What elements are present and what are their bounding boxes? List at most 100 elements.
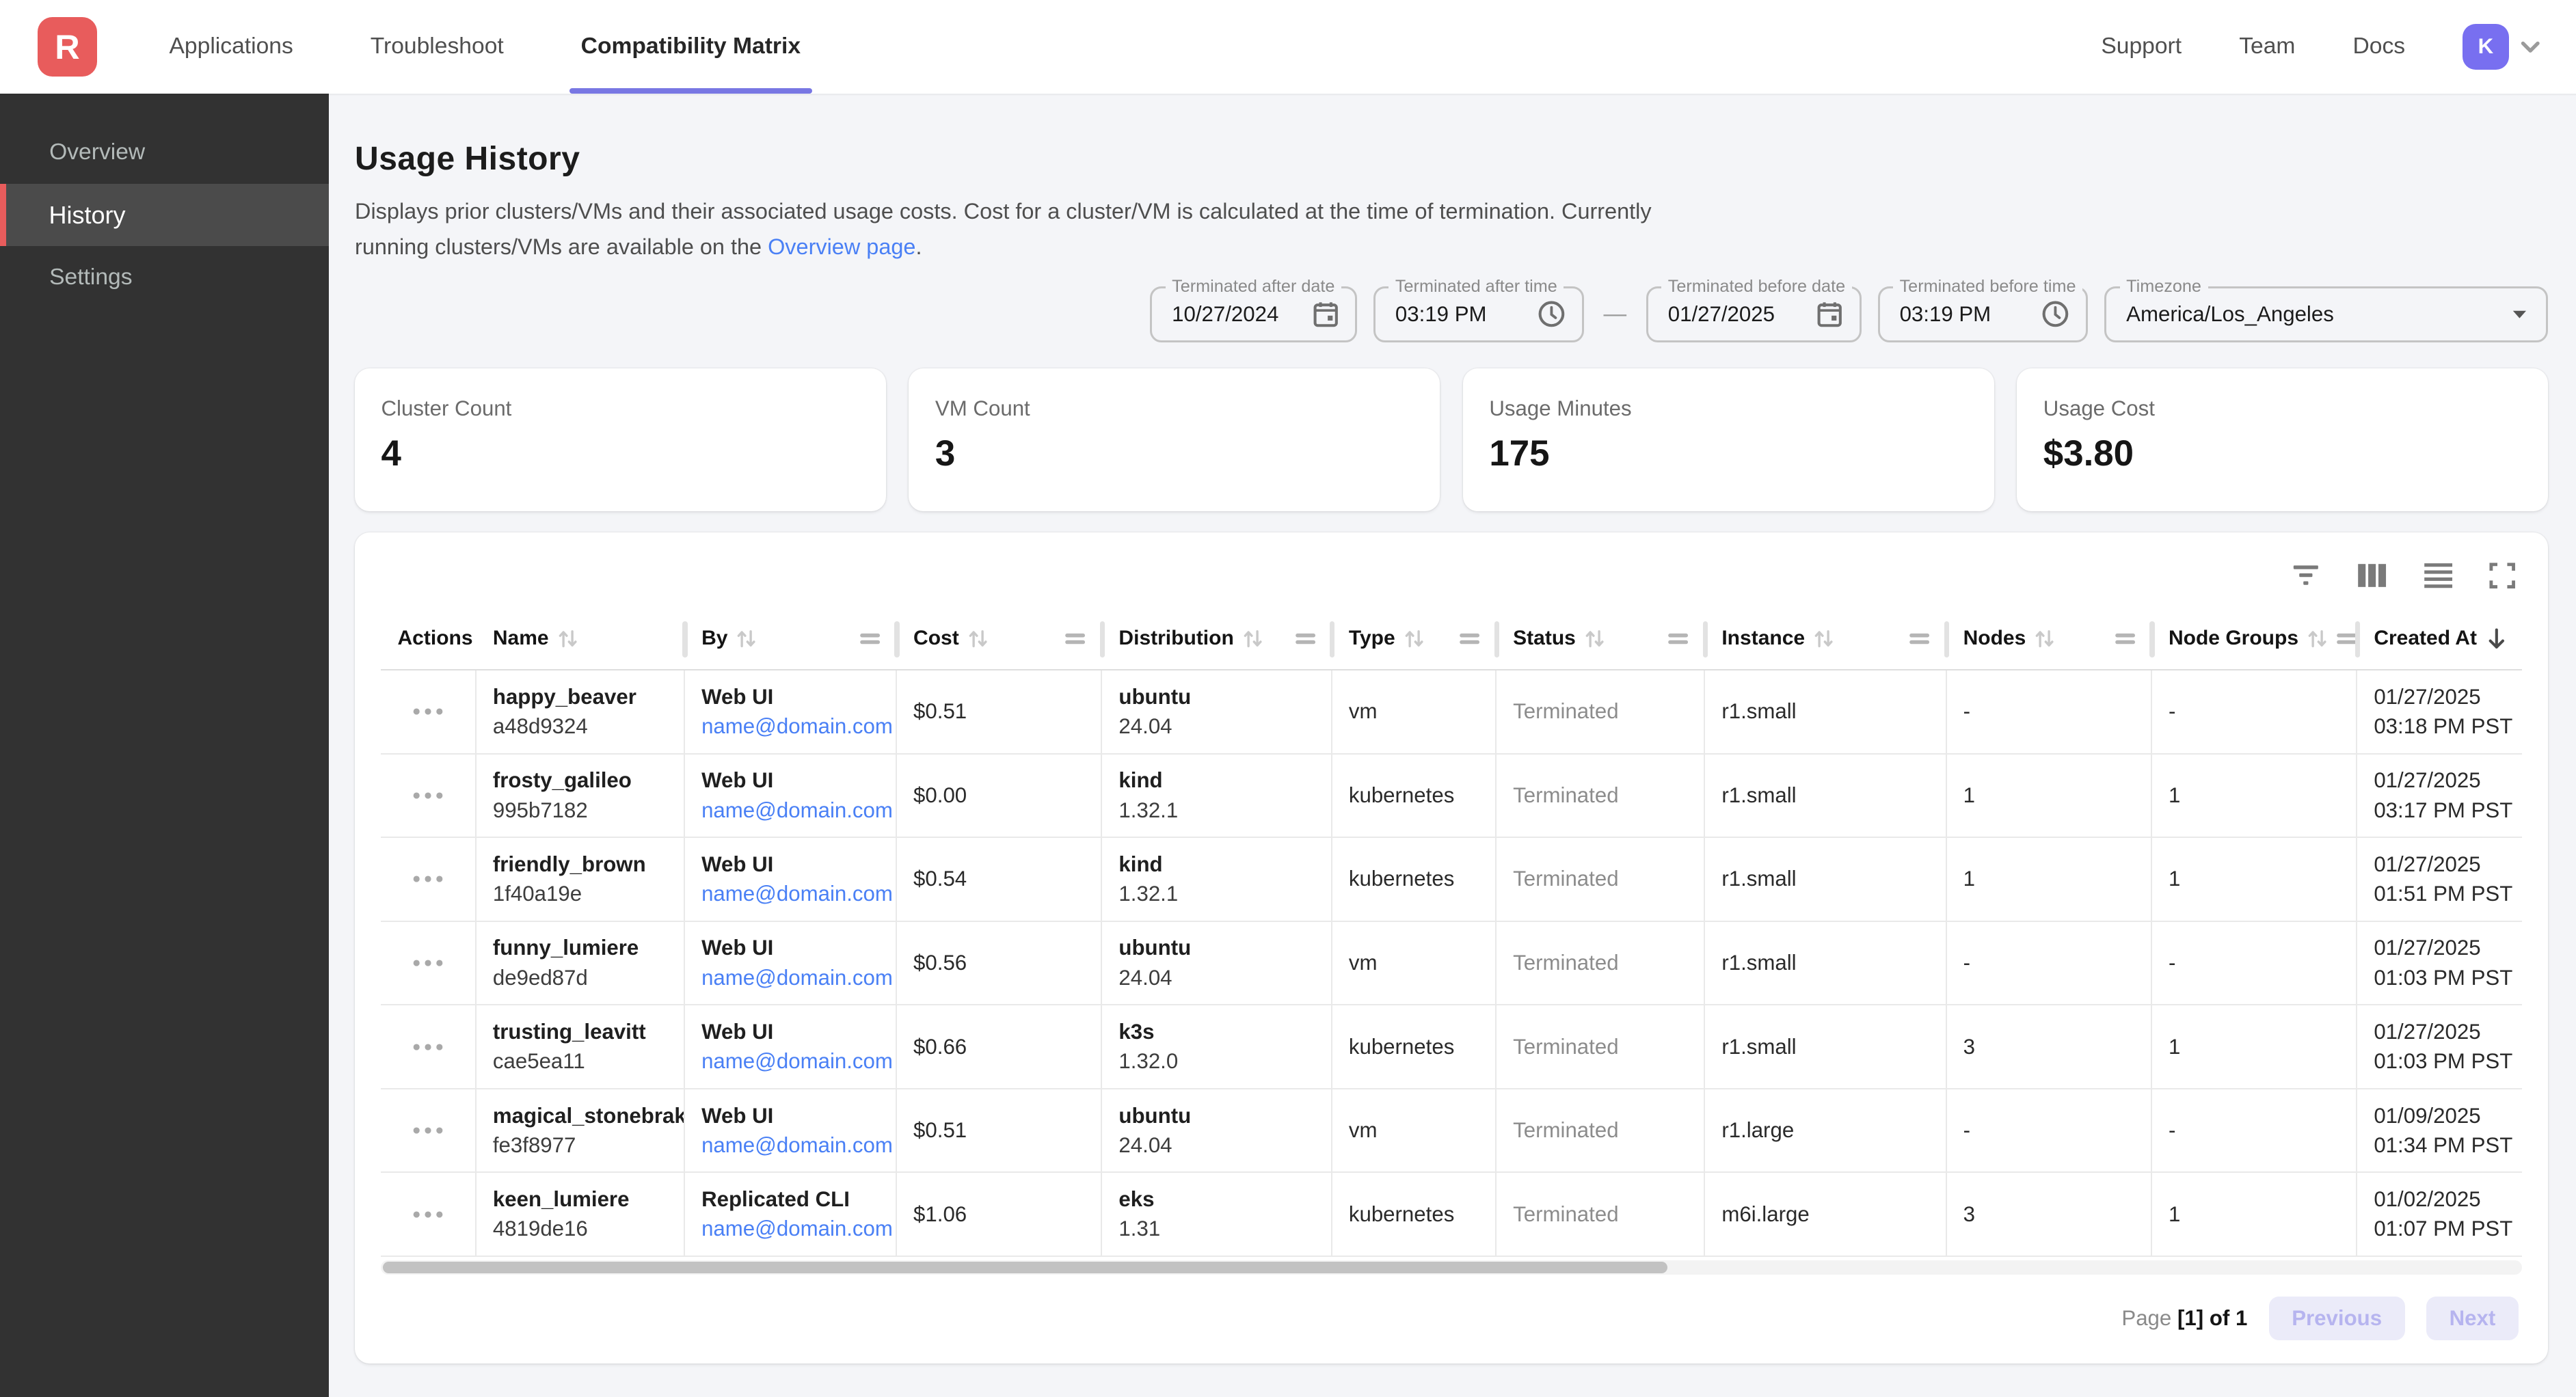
main-content: Usage History Displays prior clusters/VM…	[329, 94, 2576, 1397]
sort-desc-icon[interactable]	[2485, 627, 2508, 651]
created-date: 01/27/2025	[2374, 768, 2521, 793]
sidebar-item-overview[interactable]: Overview	[0, 122, 329, 184]
column-header-instance[interactable]: Instance	[1705, 608, 1946, 669]
field-value[interactable]: America/Los_Angeles	[2126, 302, 2510, 327]
type-value: kubernetes	[1349, 1035, 1479, 1059]
row-actions-icon[interactable]	[412, 959, 444, 967]
cell-instance: r1.small	[1705, 922, 1946, 1005]
cell-actions[interactable]	[381, 838, 476, 921]
tab-applications[interactable]: Applications	[158, 0, 305, 94]
cell-node-groups: -	[2152, 922, 2357, 1005]
clock-icon[interactable]	[2041, 300, 2069, 328]
column-header-created-at[interactable]: Created At	[2357, 608, 2521, 669]
sidebar-item-settings[interactable]: Settings	[0, 246, 329, 308]
column-menu-icon[interactable]	[1064, 632, 1086, 645]
columns-icon[interactable]	[2357, 563, 2387, 588]
sort-icon[interactable]	[1584, 628, 1605, 649]
cell-created-at: 01/27/202501:51 PM PST	[2357, 838, 2521, 921]
column-header-distribution[interactable]: Distribution	[1102, 608, 1332, 669]
creator-email-link[interactable]: name@domain.com	[701, 798, 879, 823]
column-menu-icon[interactable]	[859, 632, 881, 645]
cell-actions[interactable]	[381, 1005, 476, 1088]
column-menu-icon[interactable]	[2115, 632, 2136, 645]
cell-actions[interactable]	[381, 1173, 476, 1256]
column-menu-icon[interactable]	[2336, 632, 2357, 645]
column-header-cost[interactable]: Cost	[897, 608, 1102, 669]
previous-button[interactable]: Previous	[2269, 1297, 2405, 1341]
row-actions-icon[interactable]	[412, 1043, 444, 1051]
nodes-value: 1	[1963, 783, 2134, 808]
density-icon[interactable]	[2424, 562, 2453, 588]
timezone-field[interactable]: TimezoneAmerica/Los_Angeles	[2104, 286, 2548, 342]
column-label: Instance	[1721, 627, 1805, 650]
creator-email-link[interactable]: name@domain.com	[701, 714, 879, 739]
cell-node-groups: 1	[2152, 755, 2357, 837]
chevron-down-icon[interactable]	[2517, 33, 2543, 59]
column-header-by[interactable]: By	[685, 608, 897, 669]
sort-icon[interactable]	[1242, 628, 1263, 649]
creator-email-link[interactable]: name@domain.com	[701, 1217, 879, 1241]
row-actions-icon[interactable]	[412, 707, 444, 716]
sort-icon[interactable]	[967, 628, 989, 649]
creator-email-link[interactable]: name@domain.com	[701, 882, 879, 906]
avatar[interactable]: K	[2463, 24, 2508, 70]
cluster-id: 995b7182	[493, 798, 667, 823]
creator-email-link[interactable]: name@domain.com	[701, 1049, 879, 1074]
row-actions-icon[interactable]	[412, 791, 444, 800]
sort-icon[interactable]	[736, 628, 757, 649]
cell-actions[interactable]	[381, 670, 476, 753]
field-value[interactable]: 01/27/2025	[1668, 302, 1817, 327]
tab-compatibility-matrix[interactable]: Compatibility Matrix	[569, 0, 812, 94]
nav-link-support[interactable]: Support	[2101, 33, 2182, 59]
sidebar-item-history[interactable]: History	[0, 184, 329, 246]
sort-icon[interactable]	[2307, 628, 2328, 649]
terminated-before-date-field[interactable]: Terminated before date01/27/2025	[1646, 286, 1862, 342]
column-menu-icon[interactable]	[1667, 632, 1689, 645]
user-menu[interactable]: K	[2463, 24, 2543, 70]
field-value[interactable]: 03:19 PM	[1900, 302, 2042, 327]
cell-distribution: kind1.32.1	[1102, 755, 1332, 837]
column-header-node-groups[interactable]: Node Groups	[2152, 608, 2357, 669]
calendar-icon[interactable]	[1816, 300, 1842, 328]
cell-actions[interactable]	[381, 755, 476, 837]
row-actions-icon[interactable]	[412, 1210, 444, 1219]
column-header-type[interactable]: Type	[1332, 608, 1497, 669]
creator-email-link[interactable]: name@domain.com	[701, 966, 879, 990]
distribution-version: 24.04	[1118, 966, 1314, 990]
cluster-id: 4819de16	[493, 1217, 667, 1241]
terminated-after-time-field[interactable]: Terminated after time03:19 PM	[1373, 286, 1584, 342]
creator-email-link[interactable]: name@domain.com	[701, 1133, 879, 1158]
column-menu-icon[interactable]	[1459, 632, 1480, 645]
field-value[interactable]: 10/27/2024	[1172, 302, 1313, 327]
nav-link-docs[interactable]: Docs	[2353, 33, 2406, 59]
column-menu-icon[interactable]	[1295, 632, 1316, 645]
horizontal-scrollbar[interactable]	[381, 1260, 2521, 1275]
nodes-value: -	[1963, 951, 2134, 975]
overview-page-link[interactable]: Overview page	[768, 234, 915, 259]
column-menu-icon[interactable]	[1909, 632, 1930, 645]
clock-icon[interactable]	[1538, 300, 1566, 328]
row-actions-icon[interactable]	[412, 875, 444, 883]
next-button[interactable]: Next	[2426, 1297, 2519, 1341]
tab-troubleshoot[interactable]: Troubleshoot	[359, 0, 515, 94]
scrollbar-thumb[interactable]	[383, 1262, 1667, 1273]
sort-icon[interactable]	[1813, 628, 1834, 649]
terminated-after-date-field[interactable]: Terminated after date10/27/2024	[1150, 286, 1357, 342]
sort-icon[interactable]	[557, 628, 578, 649]
column-header-name[interactable]: Name	[477, 608, 685, 669]
sort-icon[interactable]	[1404, 628, 1425, 649]
nav-link-team[interactable]: Team	[2239, 33, 2295, 59]
filter-icon[interactable]	[2290, 564, 2322, 587]
terminated-before-time-field[interactable]: Terminated before time03:19 PM	[1878, 286, 2089, 342]
cell-actions[interactable]	[381, 922, 476, 1005]
column-header-status[interactable]: Status	[1497, 608, 1705, 669]
row-actions-icon[interactable]	[412, 1126, 444, 1135]
cell-actions[interactable]	[381, 1089, 476, 1172]
calendar-icon[interactable]	[1313, 300, 1339, 328]
column-header-nodes[interactable]: Nodes	[1947, 608, 2152, 669]
fullscreen-icon[interactable]	[2489, 562, 2515, 588]
sidebar: OverviewHistorySettings	[0, 94, 329, 1397]
sort-icon[interactable]	[2034, 628, 2055, 649]
field-value[interactable]: 03:19 PM	[1395, 302, 1538, 327]
dropdown-icon[interactable]	[2510, 308, 2530, 321]
